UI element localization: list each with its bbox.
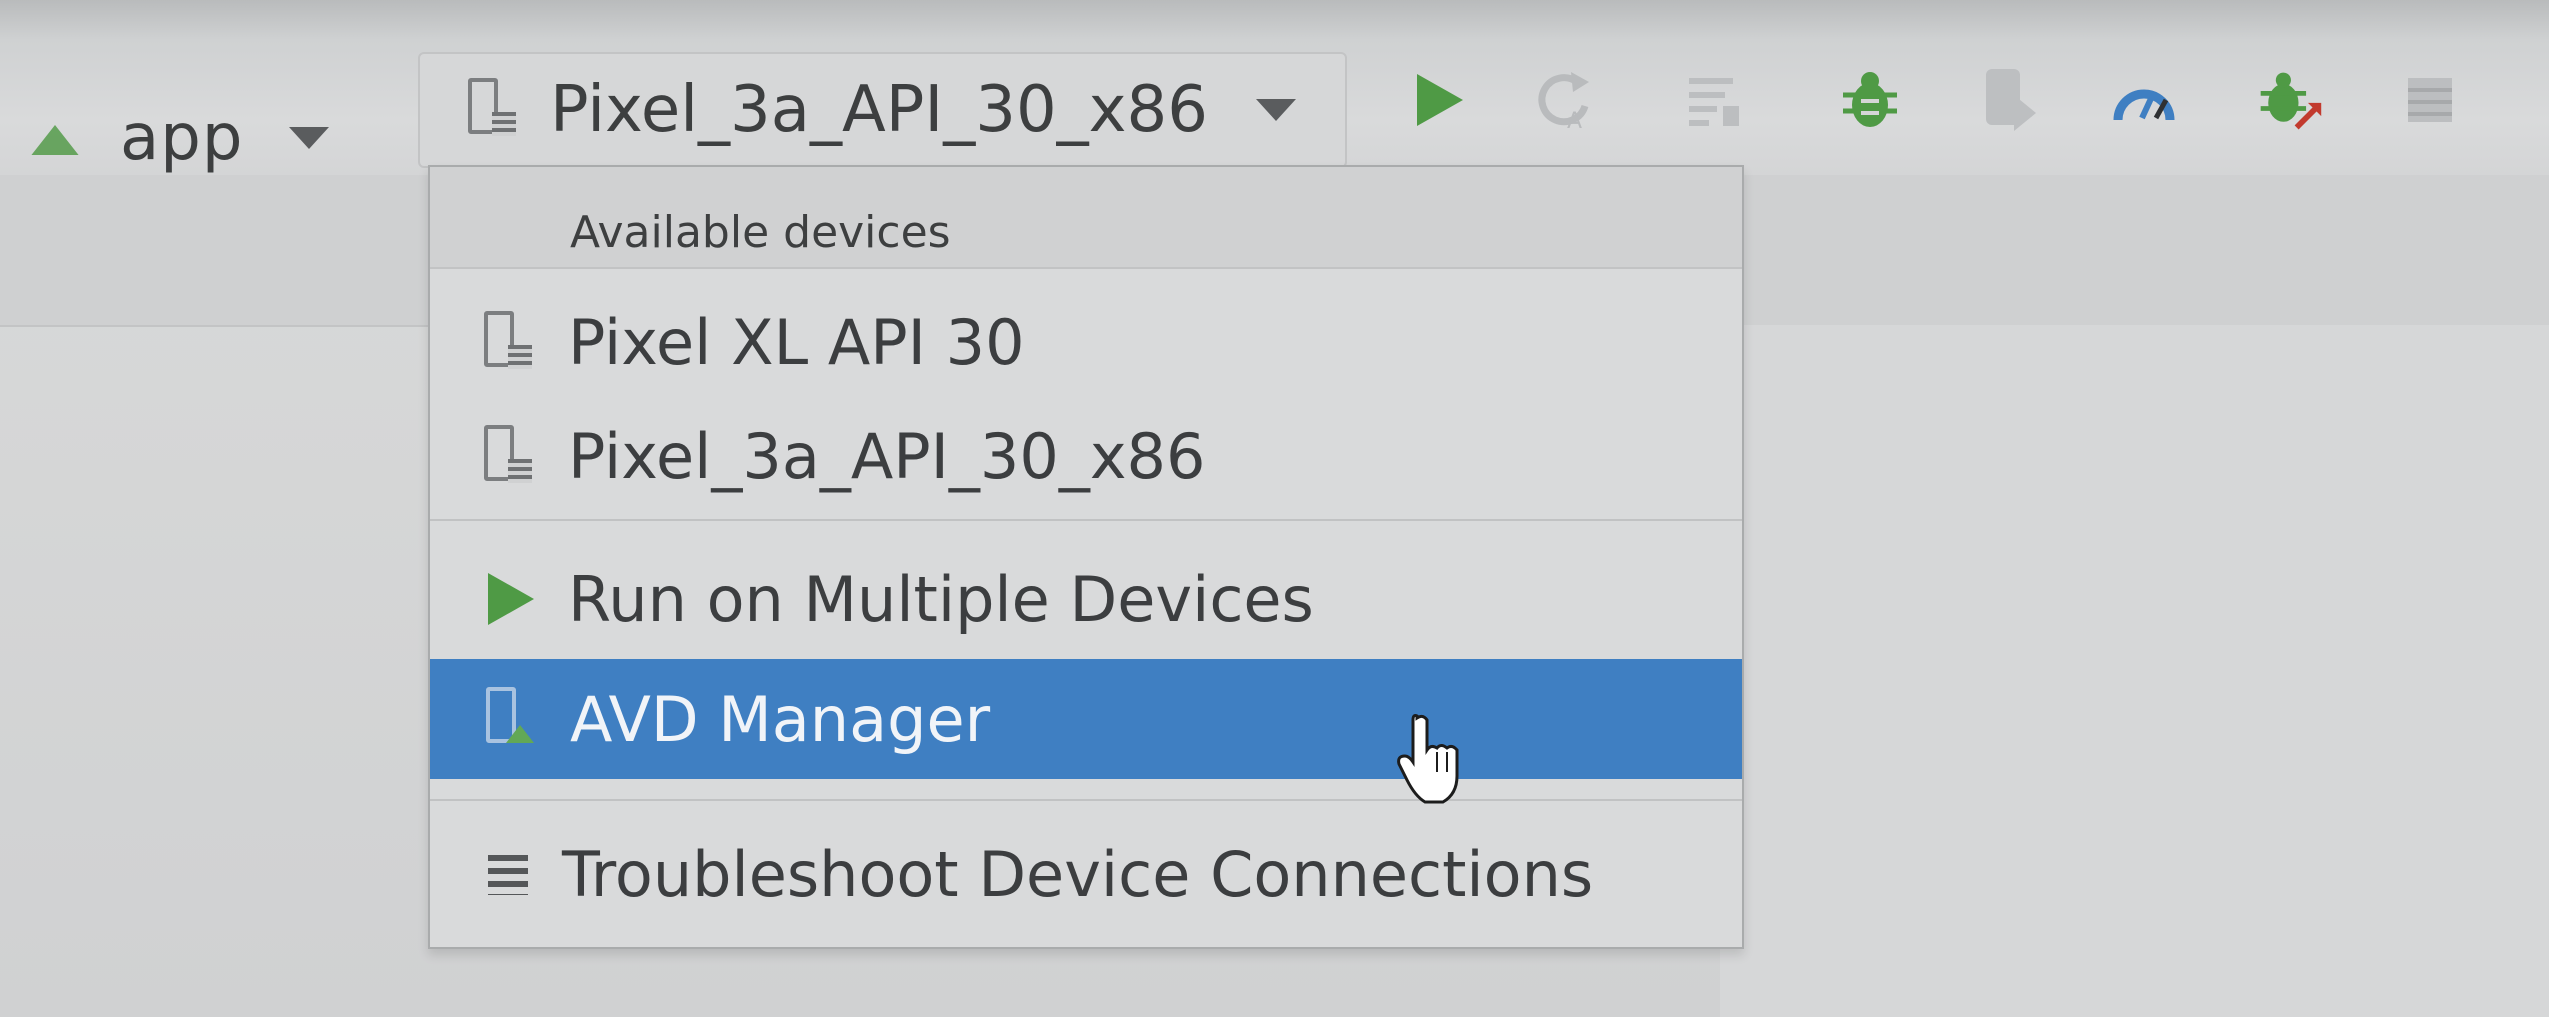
chevron-down-icon bbox=[289, 127, 330, 149]
avd-manager-icon bbox=[486, 687, 536, 751]
device-item-label: Pixel_3a_API_30_x86 bbox=[568, 420, 1206, 493]
device-item-pixel-3a[interactable]: Pixel_3a_API_30_x86 bbox=[430, 399, 1742, 514]
run-on-multiple-devices-label: Run on Multiple Devices bbox=[568, 562, 1314, 636]
list-icon bbox=[488, 854, 528, 895]
ide-window: app Pixel_3a_API_30_x86 A Available devi… bbox=[0, 0, 2549, 1017]
android-icon bbox=[24, 121, 86, 155]
run-icon bbox=[488, 573, 534, 625]
device-dropdown-popup: Available devices Pixel XL API 30 Pixel_… bbox=[428, 165, 1744, 949]
run-icon bbox=[1417, 74, 1463, 126]
chevron-down-icon bbox=[1255, 99, 1296, 121]
run-configuration-label: app bbox=[120, 101, 244, 175]
profile-icon bbox=[1986, 69, 2036, 131]
device-item-label: Pixel XL API 30 bbox=[568, 306, 1025, 379]
debug-button[interactable] bbox=[1835, 60, 1905, 140]
editor-area bbox=[1720, 325, 2549, 1017]
dropdown-header: Available devices bbox=[430, 167, 1742, 269]
apply-code-changes-button[interactable] bbox=[1680, 60, 1750, 140]
device-item-pixel-xl[interactable]: Pixel XL API 30 bbox=[430, 285, 1742, 400]
phone-icon bbox=[484, 310, 534, 375]
avd-manager-item[interactable]: AVD Manager bbox=[430, 659, 1742, 779]
available-devices-heading: Available devices bbox=[570, 207, 951, 258]
troubleshoot-label: Troubleshoot Device Connections bbox=[562, 838, 1594, 911]
run-on-multiple-devices-item[interactable]: Run on Multiple Devices bbox=[430, 545, 1742, 653]
avd-manager-label: AVD Manager bbox=[570, 682, 991, 756]
attach-debugger-to-process-button[interactable] bbox=[2255, 60, 2325, 140]
run-button[interactable] bbox=[1405, 60, 1475, 140]
device-selector-combo[interactable]: Pixel_3a_API_30_x86 bbox=[418, 52, 1347, 168]
troubleshoot-device-connections-item[interactable]: Troubleshoot Device Connections bbox=[430, 817, 1742, 932]
phone-icon bbox=[468, 78, 518, 142]
profile-button[interactable] bbox=[1975, 60, 2045, 140]
stop-icon bbox=[2408, 78, 2452, 122]
menu-separator bbox=[430, 519, 1742, 521]
apply-code-changes-icon bbox=[1689, 78, 1739, 126]
run-configuration-combo[interactable]: app bbox=[0, 74, 365, 202]
attach-debugger-icon bbox=[2113, 89, 2175, 121]
attach-debugger-bug-icon bbox=[2260, 72, 2322, 130]
selected-device-label: Pixel_3a_API_30_x86 bbox=[550, 73, 1208, 147]
menu-separator bbox=[430, 799, 1742, 801]
apply-changes-button[interactable]: A bbox=[1530, 60, 1600, 140]
hand-cursor-icon bbox=[1397, 714, 1459, 804]
debug-icon bbox=[1843, 72, 1897, 127]
svg-text:A: A bbox=[1567, 109, 1582, 132]
apply-changes-icon: A bbox=[1538, 72, 1589, 132]
attach-debugger-button[interactable] bbox=[2110, 60, 2180, 140]
phone-icon bbox=[484, 424, 534, 489]
stop-button[interactable] bbox=[2395, 60, 2465, 140]
